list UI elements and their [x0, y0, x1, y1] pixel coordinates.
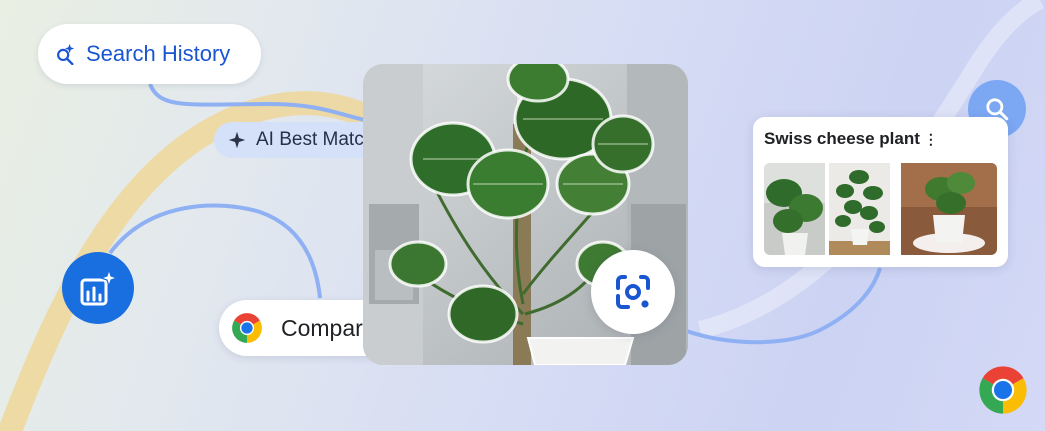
result-thumbnail[interactable]	[829, 163, 890, 255]
insights-button[interactable]	[62, 252, 134, 324]
plant-thumbnail-image	[901, 163, 997, 255]
google-lens-icon	[616, 275, 650, 309]
plant-thumbnail-image	[829, 163, 890, 255]
more-options-icon[interactable]: ⋮	[924, 131, 938, 147]
sparkle-search-icon	[57, 43, 75, 65]
search-history-label: Search History	[86, 41, 231, 66]
sparkle-icon	[228, 131, 246, 149]
result-thumbnail[interactable]	[764, 163, 825, 255]
result-thumbnail[interactable]	[901, 163, 997, 255]
promo-canvas: Search History AI Best Match Compare Swi…	[0, 0, 1045, 431]
search-history-chip[interactable]: Search History	[38, 24, 261, 84]
lens-button[interactable]	[591, 250, 675, 334]
result-title: Swiss cheese plant ⋮	[764, 129, 938, 149]
plant-thumbnail-image	[764, 163, 825, 255]
insights-sparkle-icon	[80, 268, 118, 306]
ai-best-match-label: AI Best Match	[256, 129, 375, 150]
result-card[interactable]: Swiss cheese plant ⋮	[753, 117, 1008, 267]
chrome-logo-icon	[979, 366, 1027, 414]
chrome-logo-icon	[232, 313, 262, 343]
compare-label: Compare	[281, 314, 376, 341]
result-title-text: Swiss cheese plant	[764, 129, 920, 148]
